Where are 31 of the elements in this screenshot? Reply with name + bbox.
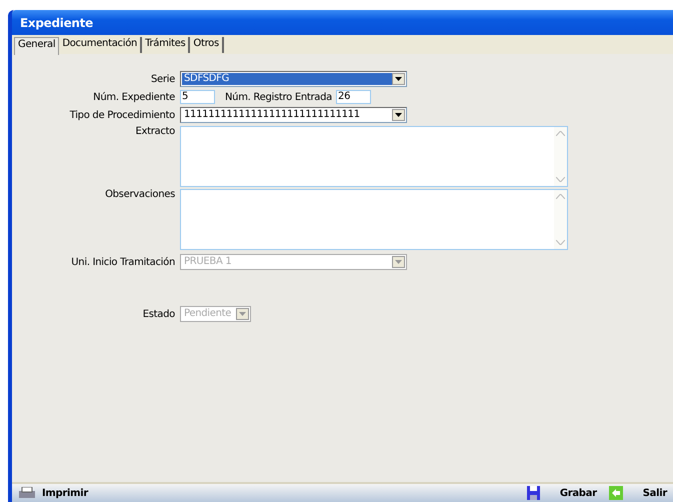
tab[interactable]: Otros: [190, 37, 224, 53]
field-label: Extracto: [134, 126, 176, 137]
tab[interactable]: General: [14, 37, 60, 55]
field-label: Núm. Expediente: [92, 92, 176, 102]
field-label: Tipo de Procedimiento: [68, 110, 176, 120]
tab[interactable]: Documentación: [59, 37, 142, 53]
procedure-dropdown[interactable]: 11111111111111111111111111111: [180, 107, 407, 123]
scrollbar[interactable]: [554, 190, 567, 249]
text-area[interactable]: [180, 189, 568, 250]
save-button[interactable]: Grabar: [520, 486, 603, 500]
serie-dropdown[interactable]: SDFSDFG: [180, 71, 407, 87]
window-title: Expediente: [20, 16, 93, 30]
print-button[interactable]: Imprimir: [12, 487, 94, 499]
scroll-down-icon[interactable]: [556, 177, 565, 182]
field-label: Uni. Inicio Tramitación: [70, 256, 176, 268]
dropdown-value: SDFSDFG: [182, 73, 392, 85]
field-label: Observaciones: [104, 189, 176, 200]
text-area[interactable]: [180, 126, 568, 187]
scroll-down-icon[interactable]: [556, 240, 565, 245]
scroll-up-icon[interactable]: [556, 131, 565, 136]
field-label: Núm. Registro Entrada: [225, 92, 332, 102]
field-label: Estado: [142, 308, 176, 320]
field-label: Serie: [150, 74, 176, 84]
printer-icon: [18, 487, 36, 499]
scrollbar[interactable]: [554, 127, 567, 186]
input-field[interactable]: 5: [180, 90, 215, 104]
scroll-up-icon[interactable]: [556, 194, 565, 199]
exit-arrow-icon: [608, 486, 623, 500]
exit-button[interactable]: Salir: [602, 486, 673, 500]
input-field[interactable]: 26: [336, 90, 372, 104]
tab[interactable]: Trámites: [142, 37, 190, 53]
